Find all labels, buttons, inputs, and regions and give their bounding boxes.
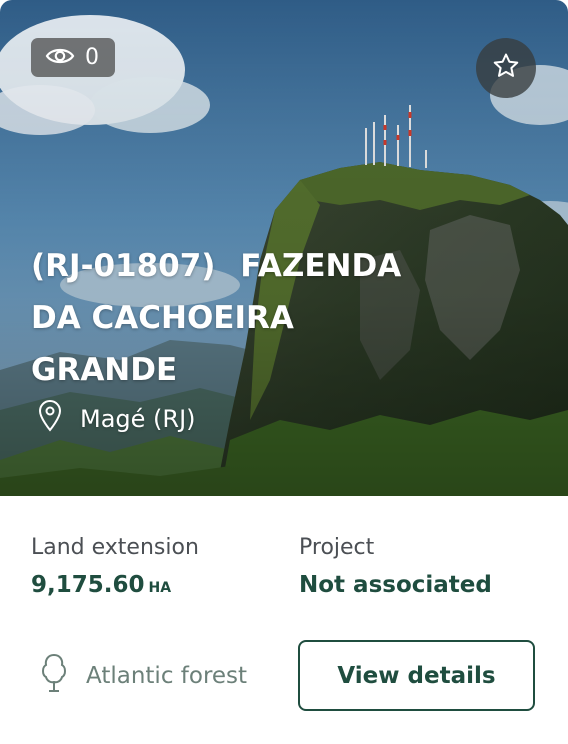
property-card: 0 (RJ-01807) FAZENDA DA CACHOEIRA GRANDE… (0, 0, 568, 744)
star-icon (491, 51, 521, 85)
favorite-button[interactable] (476, 38, 536, 98)
map-pin-icon (38, 400, 62, 438)
land-extension-info: Land extension 9,175.60 HA (31, 534, 199, 603)
views-counter-badge: 0 (31, 38, 115, 77)
view-details-button[interactable]: View details (298, 640, 535, 711)
biome-text: Atlantic forest (86, 663, 248, 689)
property-location: Magé (RJ) (38, 400, 196, 438)
land-extension-label: Land extension (31, 535, 199, 560)
project-value: Not associated (299, 572, 492, 598)
tree-icon (40, 653, 68, 699)
land-extension-number: 9,175.60 (31, 572, 145, 598)
location-text: Magé (RJ) (80, 405, 196, 433)
land-extension-value: 9,175.60 HA (31, 570, 199, 603)
land-extension-unit: HA (148, 580, 172, 596)
property-photo: 0 (RJ-01807) FAZENDA DA CACHOEIRA GRANDE… (0, 0, 568, 496)
views-count: 0 (85, 45, 99, 70)
project-info: Project Not associated (299, 534, 492, 600)
property-title: (RJ-01807) FAZENDA DA CACHOEIRA GRANDE (31, 240, 431, 396)
property-code: (RJ-01807) (31, 248, 216, 284)
eye-icon (45, 46, 75, 70)
biome-info: Atlantic forest (40, 653, 247, 699)
project-label: Project (299, 535, 375, 560)
